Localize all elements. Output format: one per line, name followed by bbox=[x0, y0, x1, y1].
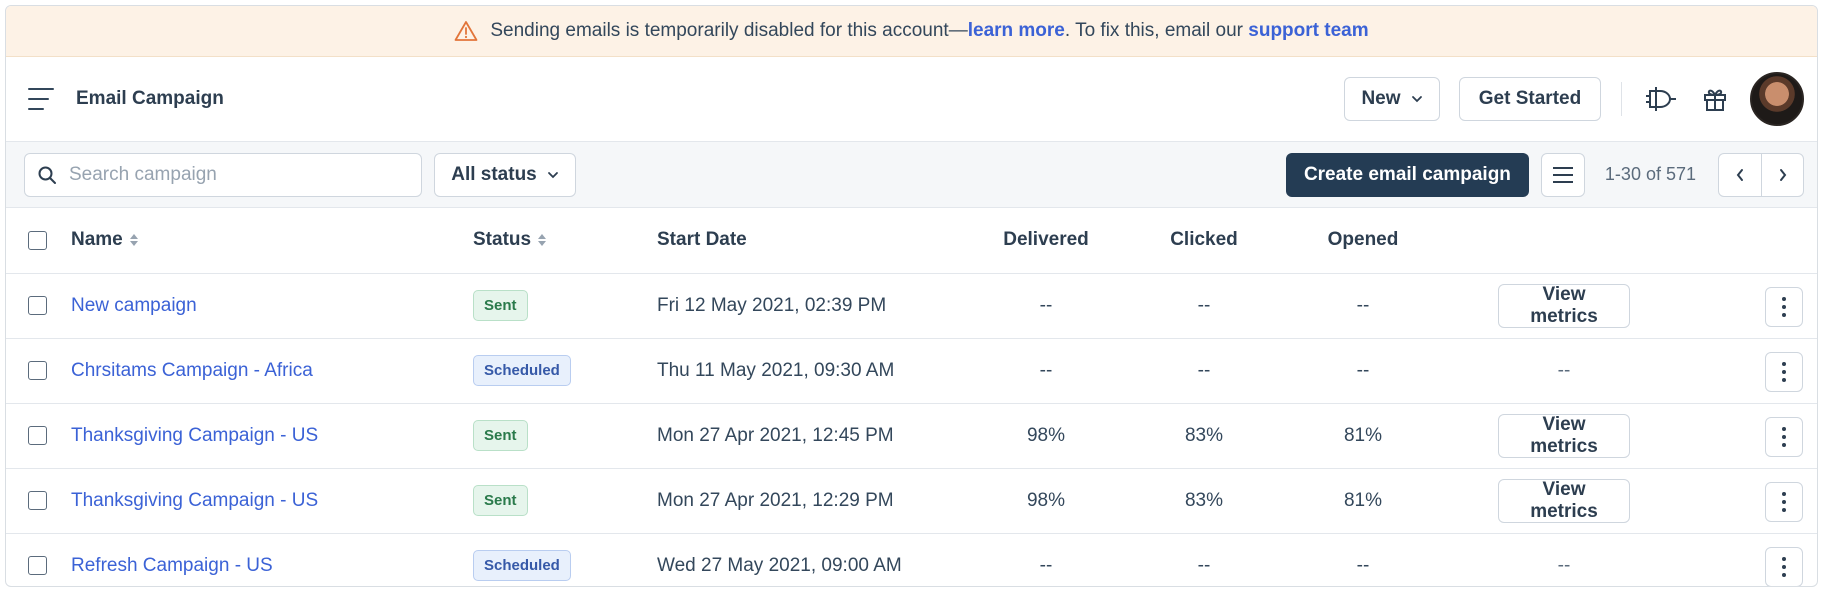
column-header-name[interactable]: Name bbox=[71, 208, 473, 274]
column-header-opened: Opened bbox=[1283, 208, 1443, 274]
opened-value: -- bbox=[1283, 273, 1443, 339]
create-email-campaign-button[interactable]: Create email campaign bbox=[1285, 152, 1529, 197]
status-badge: Sent bbox=[473, 485, 528, 516]
sort-icon bbox=[538, 234, 547, 247]
opened-value: 81% bbox=[1283, 403, 1443, 469]
column-header-start-date: Start Date bbox=[657, 208, 967, 274]
column-header-status[interactable]: Status bbox=[473, 208, 657, 274]
campaign-toolbar: All status Create email campaign 1-30 of… bbox=[6, 142, 1817, 208]
delivered-value: 98% bbox=[967, 403, 1125, 469]
view-metrics-button[interactable]: View metrics bbox=[1498, 478, 1630, 523]
delivered-value: -- bbox=[967, 273, 1125, 339]
row-checkbox[interactable] bbox=[28, 555, 47, 575]
table-row: Chrsitams Campaign - Africa Scheduled Th… bbox=[6, 338, 1817, 404]
status-filter-dropdown[interactable]: All status bbox=[434, 152, 576, 197]
start-date: Wed 27 May 2021, 09:00 AM bbox=[657, 533, 967, 586]
list-icon[interactable] bbox=[1540, 152, 1585, 197]
status-badge: Sent bbox=[473, 290, 528, 321]
campaign-name-link[interactable]: New campaign bbox=[71, 295, 197, 316]
view-metrics-button[interactable]: View metrics bbox=[1498, 413, 1630, 458]
table-row: Thanksgiving Campaign - US Sent Mon 27 A… bbox=[6, 468, 1817, 534]
campaign-name-link[interactable]: Chrsitams Campaign - Africa bbox=[71, 360, 313, 381]
start-date: Mon 27 Apr 2021, 12:45 PM bbox=[657, 403, 967, 469]
campaign-name-link[interactable]: Refresh Campaign - US bbox=[71, 555, 273, 576]
delivered-value: -- bbox=[967, 533, 1125, 586]
kebab-icon[interactable] bbox=[1765, 286, 1803, 327]
new-button-label: New bbox=[1361, 88, 1401, 109]
table-header-row: Name Status Start Date Delivered Clicked… bbox=[6, 208, 1817, 274]
opened-value: -- bbox=[1283, 338, 1443, 404]
column-header-clicked: Clicked bbox=[1125, 208, 1283, 274]
top-header: Email Campaign New Get Started bbox=[6, 57, 1817, 142]
kebab-icon[interactable] bbox=[1765, 351, 1803, 392]
header-divider bbox=[1621, 82, 1622, 116]
banner-message: Sending emails is temporarily disabled f… bbox=[490, 20, 1369, 41]
new-button[interactable]: New bbox=[1344, 77, 1440, 121]
start-date: Mon 27 Apr 2021, 12:29 PM bbox=[657, 468, 967, 534]
kebab-icon[interactable] bbox=[1765, 481, 1803, 522]
campaign-name-link[interactable]: Thanksgiving Campaign - US bbox=[71, 490, 318, 511]
select-all-checkbox[interactable] bbox=[28, 230, 47, 250]
search-box bbox=[24, 152, 422, 197]
chevron-right-icon[interactable] bbox=[1761, 153, 1803, 196]
warning-icon bbox=[454, 20, 478, 42]
warning-banner: Sending emails is temporarily disabled f… bbox=[6, 6, 1817, 57]
column-header-delivered: Delivered bbox=[967, 208, 1125, 274]
chevron-down-icon bbox=[547, 171, 558, 178]
clicked-value: -- bbox=[1125, 533, 1283, 586]
table-row: New campaign Sent Fri 12 May 2021, 02:39… bbox=[6, 273, 1817, 339]
pagination-text: 1-30 of 571 bbox=[1604, 164, 1696, 184]
start-date: Fri 12 May 2021, 02:39 PM bbox=[657, 273, 967, 339]
start-date: Thu 11 May 2021, 09:30 AM bbox=[657, 338, 967, 404]
page-title: Email Campaign bbox=[76, 88, 224, 109]
get-started-button[interactable]: Get Started bbox=[1459, 77, 1601, 121]
status-filter-label: All status bbox=[451, 163, 537, 185]
clicked-value: 83% bbox=[1125, 468, 1283, 534]
row-checkbox[interactable] bbox=[28, 490, 47, 510]
clicked-value: -- bbox=[1125, 273, 1283, 339]
hamburger-icon[interactable] bbox=[28, 88, 54, 110]
chevron-left-icon[interactable] bbox=[1719, 154, 1761, 196]
opened-value: -- bbox=[1283, 533, 1443, 586]
table-row: Thanksgiving Campaign - US Sent Mon 27 A… bbox=[6, 403, 1817, 469]
plug-icon[interactable] bbox=[1644, 82, 1678, 116]
avatar[interactable] bbox=[1750, 72, 1804, 126]
clicked-value: 83% bbox=[1125, 403, 1283, 469]
kebab-icon[interactable] bbox=[1765, 546, 1803, 586]
support-team-link[interactable]: support team bbox=[1248, 20, 1368, 41]
status-badge: Scheduled bbox=[473, 550, 571, 581]
row-checkbox[interactable] bbox=[28, 295, 47, 315]
kebab-icon[interactable] bbox=[1765, 416, 1803, 457]
metrics-placeholder: -- bbox=[1557, 554, 1571, 576]
clicked-value: -- bbox=[1125, 338, 1283, 404]
status-badge: Scheduled bbox=[473, 355, 571, 386]
delivered-value: -- bbox=[967, 338, 1125, 404]
app-frame: Sending emails is temporarily disabled f… bbox=[5, 5, 1818, 587]
sort-icon bbox=[129, 234, 138, 247]
gift-icon[interactable] bbox=[1698, 82, 1732, 116]
delivered-value: 98% bbox=[967, 468, 1125, 534]
search-input[interactable] bbox=[69, 163, 409, 186]
search-icon bbox=[38, 166, 56, 184]
row-checkbox[interactable] bbox=[28, 360, 47, 380]
metrics-placeholder: -- bbox=[1557, 359, 1571, 381]
chevron-down-icon bbox=[1411, 96, 1422, 103]
opened-value: 81% bbox=[1283, 468, 1443, 534]
campaign-name-link[interactable]: Thanksgiving Campaign - US bbox=[71, 425, 318, 446]
row-checkbox[interactable] bbox=[28, 425, 47, 445]
learn-more-link[interactable]: learn more bbox=[968, 20, 1065, 41]
view-metrics-button[interactable]: View metrics bbox=[1498, 283, 1630, 328]
status-badge: Sent bbox=[473, 420, 528, 451]
pagination-controls bbox=[1718, 152, 1804, 197]
campaign-table: Name Status Start Date Delivered Clicked… bbox=[6, 208, 1817, 586]
table-row: Refresh Campaign - US Scheduled Wed 27 M… bbox=[6, 533, 1817, 586]
